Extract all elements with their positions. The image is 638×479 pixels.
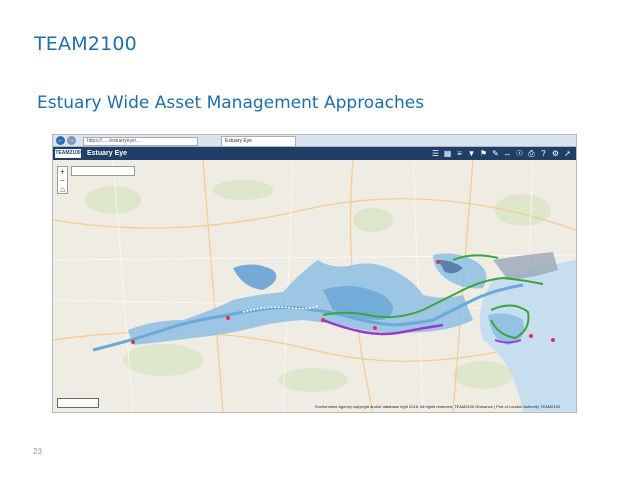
print-icon[interactable]: ⎙: [527, 149, 536, 158]
zoom-in-button[interactable]: +: [58, 167, 67, 176]
map-view[interactable]: + − ⌂ Environment Agency copyright and/o…: [53, 159, 576, 412]
slide-title: TEAM2100: [34, 33, 137, 55]
map-canvas[interactable]: [53, 159, 576, 412]
app-name: Estuary Eye: [87, 150, 128, 157]
filter-icon[interactable]: ▼: [467, 149, 476, 158]
url-bar[interactable]: https://...../estuaryeye/...: [83, 137, 198, 146]
draw-icon[interactable]: ✎: [491, 149, 500, 158]
locate-icon[interactable]: ☉: [515, 149, 524, 158]
page-number: 23: [33, 447, 42, 456]
help-icon[interactable]: ?: [539, 149, 548, 158]
share-icon[interactable]: ➚: [563, 149, 572, 158]
scale-bar: [57, 398, 99, 408]
grid-icon[interactable]: ▦: [443, 149, 452, 158]
browser-toolbar: ← → https://...../estuaryeye/... Estuary…: [53, 135, 576, 147]
app-toolbar: ☰ ▦ ≡ ▼ ⚑ ✎ ↔ ☉ ⎙ ? ⚙ ➚: [431, 148, 572, 159]
bookmark-icon[interactable]: ⚑: [479, 149, 488, 158]
zoom-out-button[interactable]: −: [58, 176, 67, 185]
app-logo: TEAM2100: [55, 149, 81, 158]
browser-tab[interactable]: Estuary Eye: [221, 136, 296, 146]
app-header: TEAM2100 Estuary Eye ☰ ▦ ≡ ▼ ⚑ ✎ ↔ ☉ ⎙ ?…: [53, 147, 576, 160]
back-icon[interactable]: ←: [56, 136, 65, 145]
slide-subtitle: Estuary Wide Asset Management Approaches: [37, 93, 425, 113]
map-search-input[interactable]: [71, 166, 135, 176]
app-screenshot: ← → https://...../estuaryeye/... Estuary…: [52, 134, 577, 413]
measure-icon[interactable]: ↔: [503, 149, 512, 158]
zoom-controls: + − ⌂: [57, 166, 68, 194]
home-icon[interactable]: ⌂: [58, 185, 67, 194]
layers-icon[interactable]: ☰: [431, 149, 440, 158]
map-attribution: Environment Agency copyright and/or data…: [315, 404, 561, 409]
forward-icon[interactable]: →: [67, 136, 76, 145]
settings-icon[interactable]: ⚙: [551, 149, 560, 158]
list-icon[interactable]: ≡: [455, 149, 464, 158]
